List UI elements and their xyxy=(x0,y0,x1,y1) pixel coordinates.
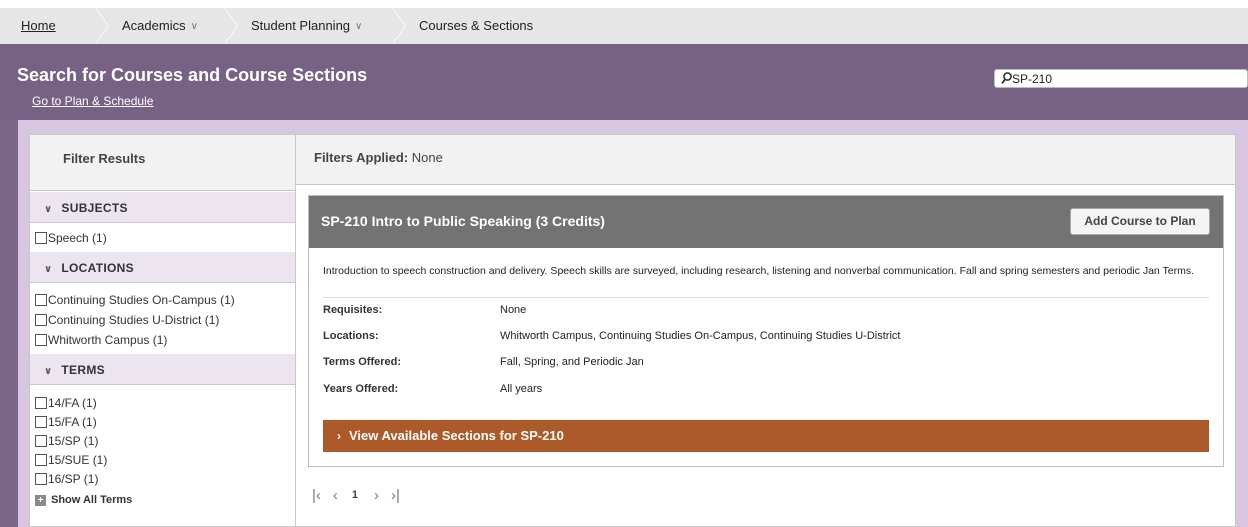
filter-option[interactable]: Continuing Studies U-District (1) xyxy=(35,310,295,330)
course-description: Introduction to speech construction and … xyxy=(323,265,1194,277)
filter-option-label: 16/SP (1) xyxy=(48,471,99,486)
filter-section-title: TERMS xyxy=(61,363,105,377)
requisites-label: Requisites: xyxy=(323,304,383,316)
years-offered-value: All years xyxy=(500,383,543,395)
checkbox[interactable] xyxy=(35,314,47,326)
filter-option-label: 15/FA (1) xyxy=(48,414,97,429)
chevron-right-icon: › xyxy=(337,429,341,443)
show-all-terms-button[interactable]: + Show All Terms xyxy=(30,491,295,509)
search-icon xyxy=(1001,72,1012,85)
breadcrumb-home-link[interactable]: Home xyxy=(21,8,56,44)
filter-section-title: LOCATIONS xyxy=(61,261,134,275)
breadcrumb: Home Academics ∨ Student Planning ∨ Course… xyxy=(0,8,1248,44)
filter-option-label: Whitworth Campus (1) xyxy=(48,333,168,347)
filter-option-label: Speech (1) xyxy=(48,231,107,245)
results-pane: Filters Applied: None SP-210 Intro to Pu… xyxy=(296,134,1236,527)
chevron-down-icon: ∨ xyxy=(44,264,53,275)
filter-option-label: Continuing Studies U-District (1) xyxy=(48,313,220,327)
filter-section-terms[interactable]: ∨ TERMS xyxy=(30,353,295,385)
pagination: |‹ ‹ 1 › ›| xyxy=(312,485,400,505)
filter-section-subjects[interactable]: ∨ SUBJECTS xyxy=(30,191,295,223)
breadcrumb-academics[interactable]: Academics ∨ xyxy=(122,8,198,44)
breadcrumb-separator xyxy=(392,8,405,44)
locations-options: Continuing Studies On-Campus (1) Continu… xyxy=(30,283,295,353)
subjects-options: Speech (1) xyxy=(30,223,295,251)
chevron-down-icon: ∨ xyxy=(44,204,53,215)
checkbox[interactable] xyxy=(35,453,47,466)
first-page-icon[interactable]: |‹ xyxy=(312,487,321,504)
filter-section-locations[interactable]: ∨ LOCATIONS xyxy=(30,251,295,283)
terms-offered-value: Fall, Spring, and Periodic Jan xyxy=(500,356,644,368)
checkbox[interactable] xyxy=(35,294,47,306)
checkbox[interactable] xyxy=(35,232,47,244)
page-title: Search for Courses and Course Sections xyxy=(17,65,368,85)
filter-section-title: SUBJECTS xyxy=(61,201,128,215)
filters-applied: Filters Applied: None xyxy=(296,135,1235,185)
page-header: Search for Courses and Course Sections G… xyxy=(0,44,1248,120)
terms-options: 14/FA (1) 15/FA (1) 15/SP (1) 15/SUE (1)… xyxy=(30,385,295,491)
checkbox[interactable] xyxy=(35,472,47,485)
breadcrumb-separator xyxy=(95,8,108,44)
plus-icon: + xyxy=(35,494,46,506)
course-card-header: SP-210 Intro to Public Speaking (3 Credi… xyxy=(309,196,1223,248)
next-page-icon[interactable]: › xyxy=(374,487,379,504)
years-offered-label: Years Offered: xyxy=(323,383,399,395)
course-title: SP-210 Intro to Public Speaking (3 Credi… xyxy=(321,213,605,229)
breadcrumb-separator xyxy=(224,8,237,44)
filter-option[interactable]: Whitworth Campus (1) xyxy=(35,330,295,350)
filter-option-label: Continuing Studies On-Campus (1) xyxy=(48,293,235,307)
filter-option[interactable]: Continuing Studies On-Campus (1) xyxy=(35,290,295,310)
content-frame: Filter Results ∨ SUBJECTS Speech (1) ∨ LOC… xyxy=(0,120,1248,527)
filter-option[interactable]: 15/FA (1) xyxy=(35,412,295,431)
last-page-icon[interactable]: ›| xyxy=(391,487,400,504)
filter-sidebar: Filter Results ∨ SUBJECTS Speech (1) ∨ LOC… xyxy=(29,134,296,527)
requisites-value: None xyxy=(500,304,527,316)
filters-applied-value: None xyxy=(411,150,443,165)
checkbox[interactable] xyxy=(35,415,47,428)
breadcrumb-student-planning-label: Student Planning xyxy=(251,18,351,33)
search-box[interactable] xyxy=(994,69,1248,88)
view-sections-label: View Available Sections for SP-210 xyxy=(349,428,564,443)
add-course-to-plan-button[interactable]: Add Course to Plan xyxy=(1070,208,1210,235)
filter-option[interactable]: 14/FA (1) xyxy=(35,393,295,412)
view-sections-toggle[interactable]: › View Available Sections for SP-210 xyxy=(323,420,1209,452)
chevron-down-icon: ∨ xyxy=(190,21,198,32)
filter-option-label: 15/SUE (1) xyxy=(48,452,108,467)
divider xyxy=(323,297,1209,298)
checkbox[interactable] xyxy=(35,434,47,447)
filter-option[interactable]: Speech (1) xyxy=(35,228,295,248)
filter-option-label: 14/FA (1) xyxy=(48,395,97,410)
terms-offered-label: Terms Offered: xyxy=(323,356,402,368)
filter-option[interactable]: 16/SP (1) xyxy=(35,469,295,488)
breadcrumb-student-planning[interactable]: Student Planning ∨ xyxy=(251,8,362,44)
prev-page-icon[interactable]: ‹ xyxy=(333,487,338,504)
frame-left-strip xyxy=(0,120,18,527)
filter-option-label: 15/SP (1) xyxy=(48,433,99,448)
filter-option[interactable]: 15/SP (1) xyxy=(35,431,295,450)
breadcrumb-academics-label: Academics xyxy=(122,18,186,33)
plan-schedule-link[interactable]: Go to Plan & Schedule xyxy=(32,94,153,108)
course-card: SP-210 Intro to Public Speaking (3 Credi… xyxy=(308,195,1224,467)
locations-label: Locations: xyxy=(323,330,379,342)
breadcrumb-current: Courses & Sections xyxy=(419,18,534,33)
filters-applied-label: Filters Applied: xyxy=(314,150,409,165)
search-input[interactable] xyxy=(1012,71,1242,86)
chevron-down-icon: ∨ xyxy=(44,366,53,377)
locations-value: Whitworth Campus, Continuing Studies On-… xyxy=(500,330,901,342)
checkbox[interactable] xyxy=(35,334,47,346)
filter-option[interactable]: 15/SUE (1) xyxy=(35,450,295,469)
show-all-terms-label: Show All Terms xyxy=(51,494,133,506)
current-page: 1 xyxy=(351,489,359,501)
checkbox[interactable] xyxy=(35,396,47,409)
chevron-down-icon: ∨ xyxy=(355,21,363,32)
filter-results-heading: Filter Results xyxy=(30,135,295,191)
